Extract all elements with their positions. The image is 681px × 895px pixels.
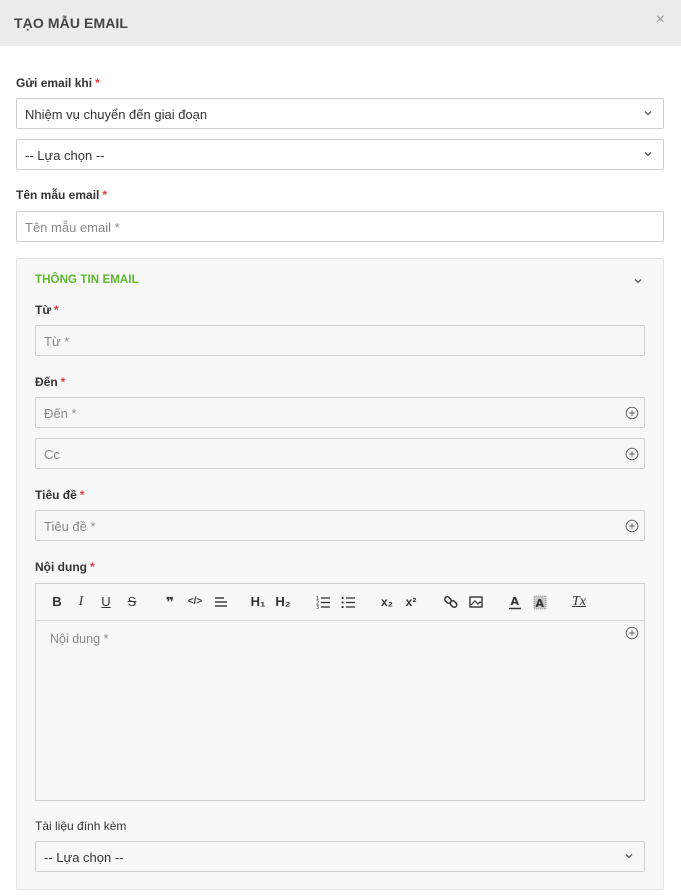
template-name-input[interactable]: Tên mẫu email *: [16, 211, 664, 242]
close-icon[interactable]: ×: [656, 12, 665, 28]
svg-text:3: 3: [316, 605, 319, 611]
required-marker: *: [60, 375, 66, 389]
add-variable-icon[interactable]: [625, 519, 639, 533]
from-placeholder: Từ *: [44, 334, 70, 349]
italic-button[interactable]: I: [74, 593, 88, 611]
cc-input[interactable]: Cc: [35, 438, 645, 469]
template-name-label: Tên mẫu email *: [16, 188, 107, 202]
chevron-down-icon: [643, 149, 653, 159]
editor-toolbar: B I U S ❞ </> H₁ H₂ 1 2 3 x₂ x² A A Tx: [36, 584, 644, 621]
bullet-list-icon[interactable]: [341, 593, 356, 611]
superscript-button[interactable]: x²: [403, 593, 419, 611]
subject-label-text: Tiêu đề: [35, 488, 77, 502]
font-color-icon[interactable]: A: [508, 593, 522, 611]
background-color-icon[interactable]: A: [533, 593, 547, 611]
to-label: Đến *: [35, 375, 65, 389]
from-label-text: Từ: [35, 303, 52, 317]
add-variable-icon[interactable]: [625, 447, 639, 461]
required-marker: *: [79, 488, 85, 502]
required-marker: *: [95, 76, 100, 90]
trigger-stage-select[interactable]: -- Lựa chọn --: [16, 139, 664, 170]
quote-button[interactable]: ❞: [162, 593, 178, 611]
subscript-button[interactable]: x₂: [379, 593, 395, 611]
attachments-label: Tài liệu đính kèm: [35, 819, 127, 833]
content-label: Nội dung *: [35, 560, 95, 574]
underline-button[interactable]: U: [99, 593, 113, 611]
chevron-down-icon: [624, 851, 634, 861]
email-info-title[interactable]: THÔNG TIN EMAIL: [35, 274, 139, 286]
subject-input[interactable]: Tiêu đề *: [35, 510, 645, 541]
cc-placeholder: Cc: [44, 447, 60, 462]
content-label-text: Nội dung: [35, 560, 87, 574]
from-label: Từ *: [35, 303, 59, 317]
add-variable-icon[interactable]: [625, 626, 639, 640]
trigger-event-value: Nhiệm vụ chuyển đến giai đoạn: [25, 107, 208, 122]
svg-text:A: A: [511, 595, 520, 608]
code-button[interactable]: </>: [186, 593, 204, 611]
to-input[interactable]: Đến *: [35, 397, 645, 428]
from-input[interactable]: Từ *: [35, 325, 645, 356]
dialog-header: TẠO MẪU EMAIL ×: [0, 0, 681, 46]
subject-label: Tiêu đề *: [35, 488, 84, 502]
add-variable-icon[interactable]: [625, 406, 639, 420]
trigger-label-text: Gửi email khi: [16, 76, 93, 90]
chevron-down-icon: [643, 108, 653, 118]
subject-placeholder: Tiêu đề *: [44, 519, 96, 534]
link-icon[interactable]: [443, 593, 459, 611]
template-name-placeholder: Tên mẫu email *: [25, 220, 120, 235]
content-placeholder: Nội dung *: [50, 632, 109, 646]
svg-text:A: A: [536, 597, 545, 610]
dialog-title: TẠO MẪU EMAIL: [14, 15, 129, 31]
heading2-button[interactable]: H₂: [274, 593, 292, 611]
template-name-label-text: Tên mẫu email: [16, 188, 100, 202]
attachments-value: -- Lựa chọn --: [44, 850, 124, 865]
trigger-stage-value: -- Lựa chọn --: [25, 148, 105, 163]
clear-format-button[interactable]: Tx: [571, 593, 587, 611]
ordered-list-icon[interactable]: 1 2 3: [316, 593, 331, 611]
trigger-event-select[interactable]: Nhiệm vụ chuyển đến giai đoạn: [16, 98, 664, 129]
trigger-label: Gửi email khi *: [16, 76, 100, 90]
attachments-select[interactable]: -- Lựa chọn --: [35, 841, 645, 872]
strike-button[interactable]: S: [125, 593, 139, 611]
required-marker: *: [89, 560, 95, 574]
content-editor[interactable]: B I U S ❞ </> H₁ H₂ 1 2 3 x₂ x² A A Tx N…: [35, 583, 645, 801]
align-icon[interactable]: [214, 593, 228, 611]
bold-button[interactable]: B: [50, 593, 64, 611]
required-marker: *: [54, 303, 59, 317]
chevron-down-icon[interactable]: [633, 276, 643, 286]
to-label-text: Đến: [35, 375, 58, 389]
heading1-button[interactable]: H₁: [249, 593, 267, 611]
to-placeholder: Đến *: [44, 406, 77, 421]
required-marker: *: [102, 188, 108, 202]
image-icon[interactable]: [468, 593, 484, 611]
